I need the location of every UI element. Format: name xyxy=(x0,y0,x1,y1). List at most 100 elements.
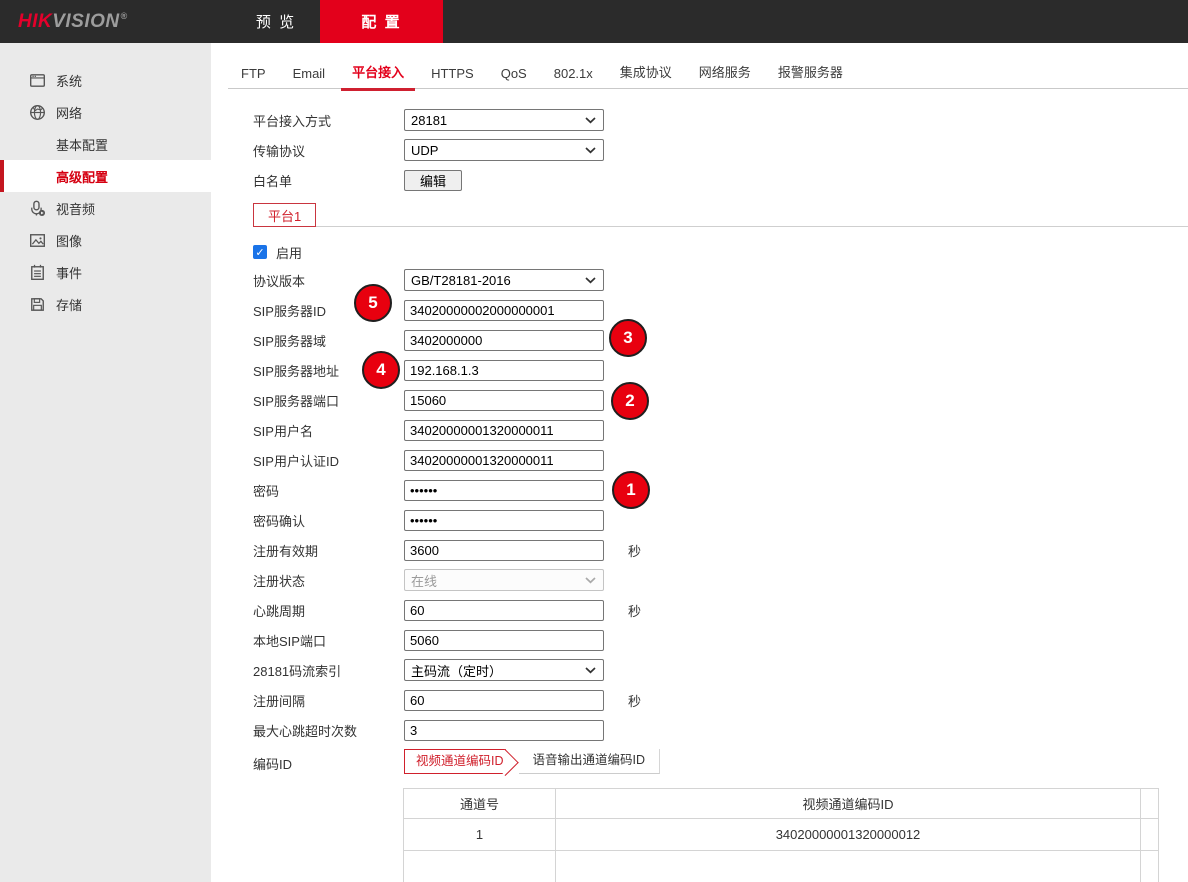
field-row-register-validity: 注册有效期秒 xyxy=(253,535,1188,565)
annotation-circle-4: 4 xyxy=(362,351,400,389)
sidebar-item-基本配置[interactable]: 基本配置 xyxy=(0,128,211,160)
sip-server-port-input[interactable] xyxy=(404,390,604,411)
protocol-version-select[interactable]: GB/T28181-2016 xyxy=(404,269,604,291)
transport-protocol-select[interactable]: UDP xyxy=(404,139,604,161)
tab-HTTPS[interactable]: HTTPS xyxy=(424,66,481,81)
heartbeat-period-input[interactable] xyxy=(404,600,604,621)
register-interval-label: 注册间隔 xyxy=(253,691,404,710)
field-row-local-sip-port: 本地SIP端口 xyxy=(253,625,1188,655)
register-interval-unit: 秒 xyxy=(628,691,641,710)
whitelist-label: 白名单 xyxy=(253,171,404,190)
max-heartbeat-timeout-label: 最大心跳超时次数 xyxy=(253,721,404,740)
register-validity-input[interactable] xyxy=(404,540,604,561)
table-row[interactable] xyxy=(404,851,1159,882)
tab-Email[interactable]: Email xyxy=(286,66,333,81)
spacer-cell xyxy=(1141,819,1159,851)
tab-网络服务[interactable]: 网络服务 xyxy=(692,62,758,81)
encode-id-table: 通道号视频通道编码ID 134020000001320000012 xyxy=(403,788,1159,882)
channel-cell xyxy=(404,851,556,882)
sidebar-item-系统[interactable]: 系统 xyxy=(0,64,211,96)
storage-icon xyxy=(28,295,46,313)
sip-username-input[interactable] xyxy=(404,420,604,441)
tab-platform1[interactable]: 平台1 xyxy=(253,203,316,227)
register-interval-input[interactable] xyxy=(404,690,604,711)
field-row-stream-index-28181: 28181码流索引主码流（定时） xyxy=(253,655,1188,685)
chevron-down-icon xyxy=(585,277,596,284)
sidebar-item-视音频[interactable]: 视音频 xyxy=(0,192,211,224)
heartbeat-period-label: 心跳周期 xyxy=(253,601,404,620)
field-row-whitelist: 白名单编辑 xyxy=(253,165,1188,195)
tab-802.1x[interactable]: 802.1x xyxy=(547,66,600,81)
sidebar-item-存储[interactable]: 存储 xyxy=(0,288,211,320)
max-heartbeat-timeout-input[interactable] xyxy=(404,720,604,741)
table-header-spacer xyxy=(1141,789,1159,819)
encode-tab-label: 语音输出通道编码ID xyxy=(533,753,646,767)
stream-index-28181-label: 28181码流索引 xyxy=(253,661,404,680)
enable-row: ✓ 启用 xyxy=(253,239,1188,265)
password-confirm-input[interactable] xyxy=(404,510,604,531)
sip-server-id-input[interactable] xyxy=(404,300,604,321)
tab-QoS[interactable]: QoS xyxy=(494,66,534,81)
register-validity-unit: 秒 xyxy=(628,541,641,560)
logo-vision: VISION xyxy=(52,11,119,33)
platform-tab-rule xyxy=(316,203,1188,227)
sidebar: 系统网络基本配置高级配置视音频图像事件存储 xyxy=(0,43,211,882)
sidebar-item-label: 图像 xyxy=(56,231,82,250)
field-row-register-status: 注册状态在线 xyxy=(253,565,1188,595)
topbar-tabs: 预 览配 置 xyxy=(232,0,443,43)
topbar-tab-preview[interactable]: 预 览 xyxy=(232,0,320,43)
field-row-transport-protocol: 传输协议 UDP xyxy=(253,135,1188,165)
field-row-heartbeat-period: 心跳周期秒 xyxy=(253,595,1188,625)
logo-registered-mark: ® xyxy=(121,11,128,21)
register-status-value: 在线 xyxy=(411,571,437,590)
sip-username-label: SIP用户名 xyxy=(253,421,404,440)
spacer-cell xyxy=(1141,851,1159,882)
sidebar-item-label: 事件 xyxy=(56,263,82,282)
sip-server-domain-label: SIP服务器域 xyxy=(253,331,404,350)
sip-server-address-input[interactable] xyxy=(404,360,604,381)
chevron-down-icon xyxy=(585,577,596,584)
enable-checkbox[interactable]: ✓ xyxy=(253,245,267,259)
transport-protocol-label: 传输协议 xyxy=(253,141,404,160)
transport-protocol-value: UDP xyxy=(411,143,438,158)
network-icon xyxy=(28,103,46,121)
encode-id-tabs: 视频通道编码ID 语音输出通道编码ID xyxy=(404,749,660,774)
encode-id-cell xyxy=(556,851,1141,882)
annotation-circle-3: 3 xyxy=(609,319,647,357)
sidebar-item-高级配置[interactable]: 高级配置 xyxy=(0,160,211,192)
tab-平台接入[interactable]: 平台接入 xyxy=(345,62,411,81)
field-row-register-interval: 注册间隔 秒 xyxy=(253,685,1188,715)
protocol-version-value: GB/T28181-2016 xyxy=(411,273,511,288)
topbar-tab-configuration[interactable]: 配 置 xyxy=(320,0,443,43)
sip-server-domain-input[interactable] xyxy=(404,330,604,351)
whitelist-button[interactable]: 编辑 xyxy=(404,170,462,191)
table-header-row: 通道号视频通道编码ID xyxy=(404,789,1159,819)
field-row-sip-server-domain: SIP服务器域 xyxy=(253,325,1188,355)
sidebar-item-图像[interactable]: 图像 xyxy=(0,224,211,256)
image-icon xyxy=(28,231,46,249)
tab-报警服务器[interactable]: 报警服务器 xyxy=(771,62,850,81)
tab-FTP[interactable]: FTP xyxy=(234,66,273,81)
encode-tab-视频通道编码ID[interactable]: 视频通道编码ID xyxy=(404,749,506,774)
local-sip-port-input[interactable] xyxy=(404,630,604,651)
platform-access-mode-select[interactable]: 28181 xyxy=(404,109,604,131)
sidebar-item-事件[interactable]: 事件 xyxy=(0,256,211,288)
audio-video-icon xyxy=(28,199,46,217)
channel-cell: 1 xyxy=(404,819,556,851)
stream-index-28181-select[interactable]: 主码流（定时） xyxy=(404,659,604,681)
tab-集成协议[interactable]: 集成协议 xyxy=(613,62,679,81)
hikvision-config-page: { "topbar": { "logo": { "hik": "HIK", "v… xyxy=(0,0,1188,882)
platform-access-mode-value: 28181 xyxy=(411,113,447,128)
local-sip-port-label: 本地SIP端口 xyxy=(253,631,404,650)
encode-tab-语音输出通道编码ID[interactable]: 语音输出通道编码ID xyxy=(519,749,661,774)
form-group-sip: 协议版本GB/T28181-2016SIP服务器IDSIP服务器域SIP服务器地… xyxy=(253,265,1188,745)
password-input[interactable] xyxy=(404,480,604,501)
event-icon xyxy=(28,263,46,281)
sidebar-item-网络[interactable]: 网络 xyxy=(0,96,211,128)
table-row[interactable]: 134020000001320000012 xyxy=(404,819,1159,851)
enable-label: 启用 xyxy=(276,243,302,262)
register-status-label: 注册状态 xyxy=(253,571,404,590)
logo-hik: HIK xyxy=(18,11,52,33)
encode-id-cell: 34020000001320000012 xyxy=(556,819,1141,851)
sip-user-auth-id-input[interactable] xyxy=(404,450,604,471)
